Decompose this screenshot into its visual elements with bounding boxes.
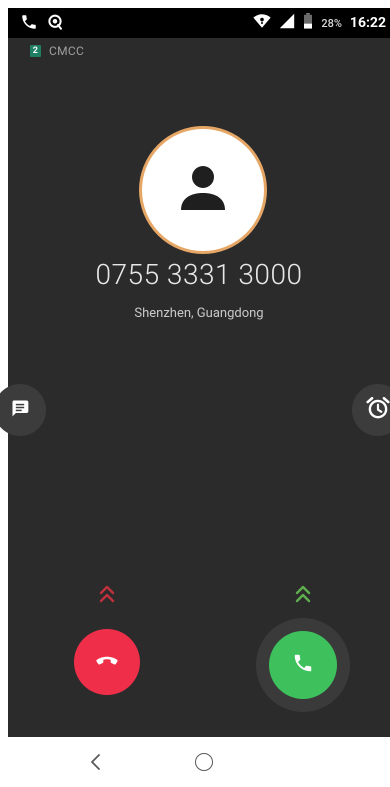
call-panel: 2 CMCC 0755 3331 3000 Shenzhen, Guangdon… [0,38,390,737]
alarm-icon [365,395,390,425]
location-icon [46,13,64,35]
person-icon [175,160,231,220]
answer-button[interactable] [269,631,337,699]
avatar [139,126,267,254]
battery-percent: 28% [321,16,342,30]
answer-button-ring [256,618,350,712]
message-icon [10,398,30,422]
home-icon[interactable] [195,753,213,771]
caller-number: 0755 3331 3000 [95,258,303,291]
incoming-call-screen: 28% 16:22 2 CMCC 0755 3331 3000 Shenzhen… [0,0,390,787]
status-bar: 28% 16:22 [8,8,390,38]
answer-swipe-hint-icon [293,584,313,606]
reply-message-button[interactable] [0,384,46,436]
decline-swipe-hint-icon [97,584,117,606]
sim-badge: 2 [30,45,41,57]
wifi-icon [253,13,271,33]
decline-button[interactable] [74,629,140,695]
carrier-info: 2 CMCC [30,44,84,58]
status-right: 28% 16:22 [253,13,386,33]
hang-up-icon [94,647,120,677]
back-icon[interactable] [84,750,108,774]
carrier-name: CMCC [49,44,85,58]
navigation-bar [8,737,390,787]
status-left [20,13,64,35]
phone-answer-icon [292,652,314,678]
signal-icon [279,13,295,33]
battery-icon [303,13,313,33]
clock: 16:22 [349,15,386,31]
phone-icon [20,13,38,35]
remind-me-button[interactable] [352,384,390,436]
caller-location: Shenzhen, Guangdong [134,306,264,321]
